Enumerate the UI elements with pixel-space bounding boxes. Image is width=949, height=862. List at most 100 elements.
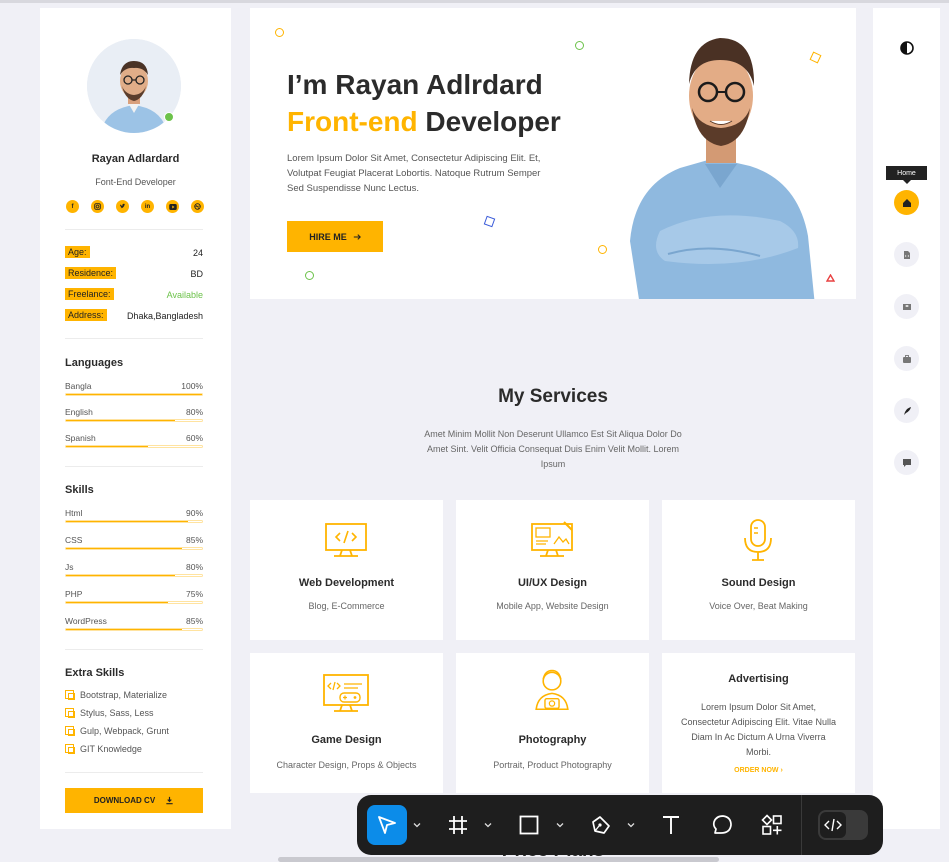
service-title: Game Design [311,734,382,746]
nav-blog[interactable] [894,398,919,423]
decor-circle-icon [275,28,284,37]
info-key: Age: [65,246,90,258]
online-status-dot [164,112,174,122]
shapes-plus-icon [761,814,782,835]
hero-heading-rest: Developer [417,106,561,137]
toolbar-separator [801,795,802,855]
progress-track [65,547,203,550]
photographer-icon [535,669,569,711]
design-toolbar [357,795,883,855]
hire-me-label: HIRE ME [309,231,347,242]
extra-skill-item: Gulp, Webpack, Grunt [65,726,169,738]
chevron-down-icon[interactable] [483,817,493,833]
service-card-sound-design[interactable]: Sound Design Voice Over, Beat Making [662,500,855,640]
nav-resume[interactable] [894,242,919,267]
service-title: UI/UX Design [517,577,588,589]
comment-tool-button[interactable] [702,805,742,845]
service-title: Sound Design [721,577,796,589]
progress-track [65,445,203,448]
layers-icon [65,726,75,736]
horizontal-scrollbar[interactable] [278,857,719,862]
rectangle-tool-button[interactable] [509,805,549,845]
home-icon [902,198,911,207]
service-card-ui-ux-design[interactable]: UI/UX Design Mobile App, Website Design [456,500,649,640]
profile-role: Font-End Developer [95,177,176,187]
facebook-icon[interactable]: f [66,200,79,213]
decor-triangle-icon [826,274,835,282]
download-cv-button[interactable]: DOWNLOAD CV [65,788,203,813]
chevron-right-icon: › [780,767,783,774]
skill-bar: Js 80% [65,562,203,580]
extra-skill-label: Stylus, Sass, Less [80,708,154,718]
cursor-icon [378,816,396,834]
progress-track [65,393,203,396]
linkedin-icon[interactable]: in [141,200,154,213]
progress-track [65,574,203,577]
info-residence: Residence: BD [65,267,203,281]
design-screen-icon [531,521,573,557]
progress-fill [66,521,189,522]
arrow-right-icon [353,233,361,240]
service-card-advertising[interactable]: Advertising Lorem Ipsum Dolor Sit Amet, … [662,653,855,793]
rectangle-icon [519,815,539,835]
progress-fill [66,420,175,421]
code-icon [824,818,842,832]
service-card-game-design[interactable]: Game Design Character Design, Props & Ob… [250,653,443,793]
language-label: Bangla [65,381,92,391]
language-bar: English 80% [65,407,203,425]
order-now-label: ORDER NOW [734,767,779,774]
skill-bar: PHP 75% [65,589,203,607]
decor-circle-icon [598,245,607,254]
language-bar: Spanish 60% [65,433,203,451]
language-bar: Bangla 100% [65,381,203,399]
youtube-icon[interactable] [166,200,179,213]
nav-home[interactable] [894,190,919,215]
hire-me-button[interactable]: HIRE ME [287,221,383,252]
pen-icon [592,816,610,834]
skill-percent: 90% [185,508,203,518]
order-now-link[interactable]: ORDER NOW › [662,767,855,774]
chevron-down-icon[interactable] [626,817,636,833]
progress-fill [66,602,168,603]
chevron-down-icon[interactable] [412,817,422,833]
service-body: Lorem Ipsum Dolor Sit Amet, Consectetur … [681,702,836,757]
info-value: 24 [192,248,203,258]
info-key: Freelance: [65,288,114,300]
decor-circle-icon [575,41,584,50]
service-card-photography[interactable]: Photography Portrait, Product Photograph… [456,653,649,793]
instagram-icon[interactable] [91,200,104,213]
extra-skill-label: Gulp, Webpack, Grunt [80,726,169,736]
nav-portfolio[interactable] [894,346,919,371]
profile-name: Rayan Adlardard [91,153,180,165]
skill-bar: CSS 85% [65,535,203,553]
move-tool-button[interactable] [367,805,407,845]
extra-skill-item: Stylus, Sass, Less [65,708,154,720]
extra-skill-label: GIT Knowledge [80,744,142,754]
nav-tooltip: Home [886,166,927,184]
nav-education[interactable] [894,294,919,319]
theme-toggle-icon[interactable] [900,41,914,55]
dev-mode-toggle[interactable] [818,810,868,840]
frame-tool-button[interactable] [438,805,478,845]
resume-icon [903,250,910,259]
dribbble-icon[interactable] [191,200,204,213]
resources-tool-button[interactable] [752,805,792,845]
chevron-down-icon[interactable] [555,817,565,833]
services-description: Amet Minim Mollit Non Deserunt Ullamco E… [424,429,682,469]
layers-icon [65,744,75,754]
frame-icon [449,816,467,834]
skill-percent: 75% [185,589,203,599]
profile-sidebar: Rayan Adlardard Font-End Developer f in … [40,8,231,829]
pen-tool-button[interactable] [581,805,621,845]
twitter-icon[interactable] [116,200,129,213]
text-tool-button[interactable] [651,805,691,845]
skill-label: PHP [65,589,83,599]
nav-contact[interactable] [894,450,919,475]
extra-skill-label: Bootstrap, Materialize [80,690,168,700]
info-address: Address: Dhaka,Bangladesh [65,309,203,323]
contact-icon [902,458,911,467]
service-subtitle: Character Design, Props & Objects [276,760,417,770]
service-card-web-development[interactable]: Web Development Blog, E-Commerce [250,500,443,640]
layers-icon [65,690,75,700]
skill-percent: 80% [185,562,203,572]
